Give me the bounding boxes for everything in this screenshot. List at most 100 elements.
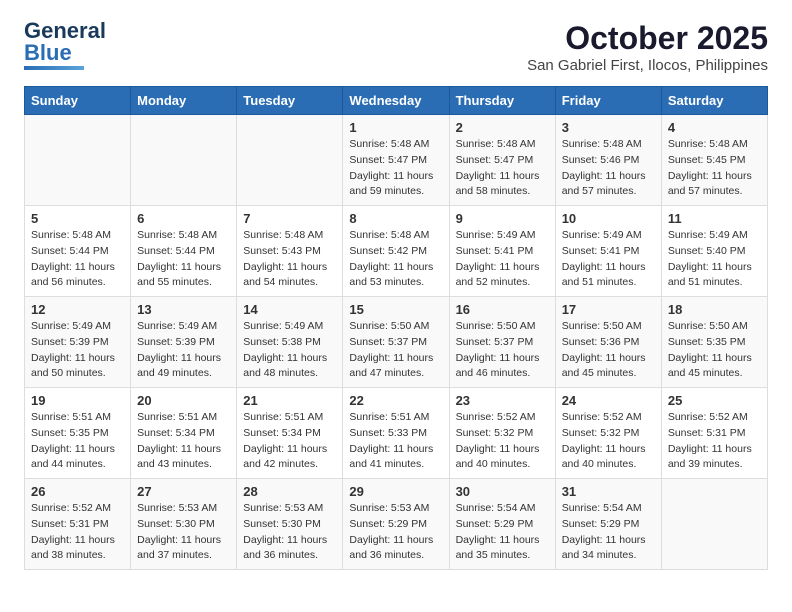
day-number: 9 [456, 211, 549, 226]
day-info: Sunrise: 5:48 AM Sunset: 5:43 PM Dayligh… [243, 228, 336, 291]
calendar-cell: 24Sunrise: 5:52 AM Sunset: 5:32 PM Dayli… [555, 388, 661, 479]
calendar-cell: 20 Sunrise: 5:51 AM Sunset: 5:34 PM Dayli… [131, 388, 237, 479]
calendar-cell: 1Sunrise: 5:48 AM Sunset: 5:47 PM Daylig… [343, 115, 449, 206]
day-info: Sunrise: 5:53 AM Sunset: 5:30 PM Dayligh… [243, 501, 336, 564]
day-info: Sunrise: 5:51 AM Sunset: 5:34 PM Dayligh… [137, 410, 230, 473]
calendar-cell: 9 Sunrise: 5:49 AM Sunset: 5:41 PM Daylig… [449, 206, 555, 297]
day-number: 23 [456, 393, 549, 408]
logo: General Blue [24, 20, 106, 70]
calendar-table: SundayMondayTuesdayWednesdayThursdayFrid… [24, 86, 768, 570]
calendar-cell [661, 479, 767, 570]
day-number: 25 [668, 393, 761, 408]
day-number: 20 [137, 393, 230, 408]
calendar-body: 1 Sunrise: 5:48 AM Sunset: 5:47 PM Daylig… [25, 115, 768, 570]
day-info: Sunrise: 5:50 AM Sunset: 5:37 PM Dayligh… [456, 319, 549, 382]
day-number: 17 [562, 302, 655, 317]
week-row: 26Sunrise: 5:52 AM Sunset: 5:31 PM Dayli… [25, 479, 768, 570]
week-row: 12 Sunrise: 5:49 AM Sunset: 5:39 PM Dayli… [25, 297, 768, 388]
calendar-cell: 15Sunrise: 5:50 AM Sunset: 5:37 PM Dayli… [343, 297, 449, 388]
day-number: 18 [668, 302, 761, 317]
calendar-cell: 29 Sunrise: 5:53 AM Sunset: 5:29 PM Dayli… [343, 479, 449, 570]
month-title: October 2025 [527, 20, 768, 57]
title-section: October 2025 San Gabriel First, Ilocos, … [527, 20, 768, 74]
calendar-cell: 23Sunrise: 5:52 AM Sunset: 5:32 PM Dayli… [449, 388, 555, 479]
weekday-header: Monday [131, 87, 237, 115]
day-info: Sunrise: 5:53 AM Sunset: 5:29 PM Dayligh… [349, 501, 442, 564]
calendar-cell [237, 115, 343, 206]
day-info: Sunrise: 5:49 AM Sunset: 5:41 PM Dayligh… [456, 228, 549, 291]
day-info: Sunrise: 5:49 AM Sunset: 5:40 PM Dayligh… [668, 228, 761, 291]
day-number: 29 [349, 484, 442, 499]
day-number: 1 [349, 120, 442, 135]
day-info: Sunrise: 5:50 AM Sunset: 5:36 PM Dayligh… [562, 319, 655, 382]
calendar-cell: 22 Sunrise: 5:51 AM Sunset: 5:33 PM Dayli… [343, 388, 449, 479]
day-info: Sunrise: 5:54 AM Sunset: 5:29 PM Dayligh… [456, 501, 549, 564]
day-number: 13 [137, 302, 230, 317]
calendar-cell: 5Sunrise: 5:48 AM Sunset: 5:44 PM Daylig… [25, 206, 131, 297]
calendar-cell: 11 Sunrise: 5:49 AM Sunset: 5:40 PM Dayli… [661, 206, 767, 297]
calendar-cell: 19 Sunrise: 5:51 AM Sunset: 5:35 PM Dayli… [25, 388, 131, 479]
week-row: 1 Sunrise: 5:48 AM Sunset: 5:47 PM Daylig… [25, 115, 768, 206]
logo-part2: Blue [24, 40, 72, 65]
day-info: Sunrise: 5:48 AM Sunset: 5:44 PM Dayligh… [31, 228, 124, 291]
day-number: 12 [31, 302, 124, 317]
day-info: Sunrise: 5:48 AM Sunset: 5:45 PM Dayligh… [668, 137, 761, 200]
day-number: 28 [243, 484, 336, 499]
day-number: 10 [562, 211, 655, 226]
day-number: 19 [31, 393, 124, 408]
day-number: 7 [243, 211, 336, 226]
week-row: 19 Sunrise: 5:51 AM Sunset: 5:35 PM Dayli… [25, 388, 768, 479]
calendar-cell [25, 115, 131, 206]
day-number: 14 [243, 302, 336, 317]
calendar-cell: 26Sunrise: 5:52 AM Sunset: 5:31 PM Dayli… [25, 479, 131, 570]
day-number: 16 [456, 302, 549, 317]
day-number: 24 [562, 393, 655, 408]
day-info: Sunrise: 5:49 AM Sunset: 5:39 PM Dayligh… [137, 319, 230, 382]
weekday-row: SundayMondayTuesdayWednesdayThursdayFrid… [25, 87, 768, 115]
calendar-cell: 8 Sunrise: 5:48 AM Sunset: 5:42 PM Daylig… [343, 206, 449, 297]
day-number: 11 [668, 211, 761, 226]
day-number: 3 [562, 120, 655, 135]
day-number: 2 [456, 120, 549, 135]
weekday-header: Friday [555, 87, 661, 115]
calendar-cell: 28 Sunrise: 5:53 AM Sunset: 5:30 PM Dayli… [237, 479, 343, 570]
weekday-header: Wednesday [343, 87, 449, 115]
calendar-cell: 17 Sunrise: 5:50 AM Sunset: 5:36 PM Dayli… [555, 297, 661, 388]
weekday-header: Sunday [25, 87, 131, 115]
day-number: 21 [243, 393, 336, 408]
day-info: Sunrise: 5:48 AM Sunset: 5:42 PM Dayligh… [349, 228, 442, 291]
day-info: Sunrise: 5:52 AM Sunset: 5:31 PM Dayligh… [668, 410, 761, 473]
calendar-cell: 31Sunrise: 5:54 AM Sunset: 5:29 PM Dayli… [555, 479, 661, 570]
weekday-header: Saturday [661, 87, 767, 115]
weekday-header: Tuesday [237, 87, 343, 115]
calendar-cell: 7 Sunrise: 5:48 AM Sunset: 5:43 PM Daylig… [237, 206, 343, 297]
calendar-cell: 27Sunrise: 5:53 AM Sunset: 5:30 PM Dayli… [131, 479, 237, 570]
day-number: 22 [349, 393, 442, 408]
day-number: 15 [349, 302, 442, 317]
day-info: Sunrise: 5:50 AM Sunset: 5:35 PM Dayligh… [668, 319, 761, 382]
day-info: Sunrise: 5:49 AM Sunset: 5:41 PM Dayligh… [562, 228, 655, 291]
day-number: 30 [456, 484, 549, 499]
calendar-cell: 13 Sunrise: 5:49 AM Sunset: 5:39 PM Dayli… [131, 297, 237, 388]
day-info: Sunrise: 5:51 AM Sunset: 5:33 PM Dayligh… [349, 410, 442, 473]
calendar-cell: 2 Sunrise: 5:48 AM Sunset: 5:47 PM Daylig… [449, 115, 555, 206]
day-info: Sunrise: 5:49 AM Sunset: 5:39 PM Dayligh… [31, 319, 124, 382]
day-info: Sunrise: 5:51 AM Sunset: 5:34 PM Dayligh… [243, 410, 336, 473]
day-info: Sunrise: 5:48 AM Sunset: 5:47 PM Dayligh… [456, 137, 549, 200]
page-header: General Blue October 2025 San Gabriel Fi… [24, 20, 768, 74]
day-info: Sunrise: 5:48 AM Sunset: 5:44 PM Dayligh… [137, 228, 230, 291]
day-info: Sunrise: 5:53 AM Sunset: 5:30 PM Dayligh… [137, 501, 230, 564]
calendar-cell: 4 Sunrise: 5:48 AM Sunset: 5:45 PM Daylig… [661, 115, 767, 206]
day-info: Sunrise: 5:51 AM Sunset: 5:35 PM Dayligh… [31, 410, 124, 473]
calendar-cell: 3 Sunrise: 5:48 AM Sunset: 5:46 PM Daylig… [555, 115, 661, 206]
calendar-cell [131, 115, 237, 206]
week-row: 5Sunrise: 5:48 AM Sunset: 5:44 PM Daylig… [25, 206, 768, 297]
day-number: 8 [349, 211, 442, 226]
day-number: 4 [668, 120, 761, 135]
calendar-cell: 6Sunrise: 5:48 AM Sunset: 5:44 PM Daylig… [131, 206, 237, 297]
calendar-cell: 14Sunrise: 5:49 AM Sunset: 5:38 PM Dayli… [237, 297, 343, 388]
day-info: Sunrise: 5:54 AM Sunset: 5:29 PM Dayligh… [562, 501, 655, 564]
location: San Gabriel First, Ilocos, Philippines [527, 57, 768, 74]
day-info: Sunrise: 5:48 AM Sunset: 5:46 PM Dayligh… [562, 137, 655, 200]
day-info: Sunrise: 5:52 AM Sunset: 5:31 PM Dayligh… [31, 501, 124, 564]
